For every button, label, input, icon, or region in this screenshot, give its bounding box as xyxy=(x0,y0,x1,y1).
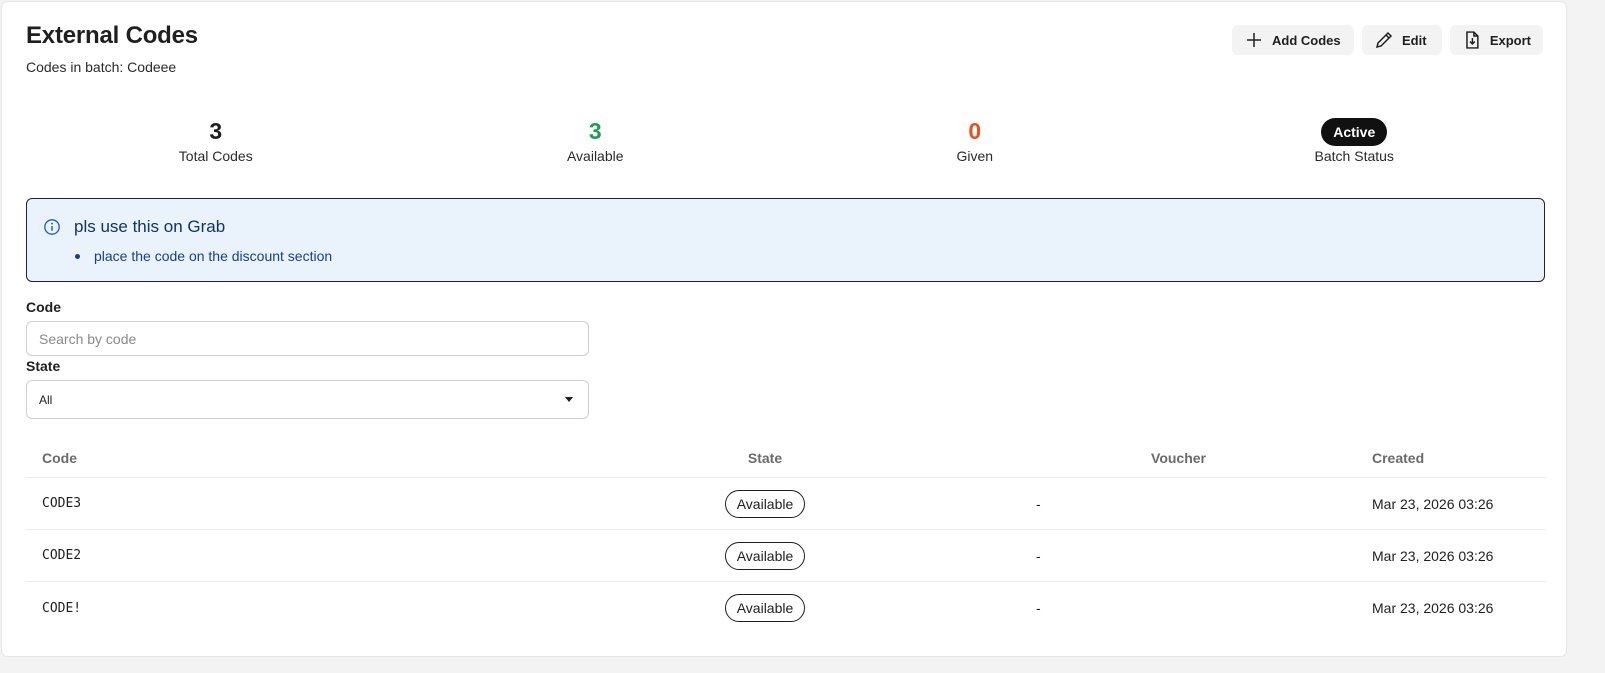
toolbar: Add Codes Edit Export xyxy=(1232,25,1543,55)
notice-title: pls use this on Grab xyxy=(74,217,226,236)
row-voucher: - xyxy=(1036,495,1041,512)
table-header: Code State Voucher Created xyxy=(26,438,1546,478)
edit-label: Edit xyxy=(1402,32,1427,48)
add-codes-label: Add Codes xyxy=(1272,32,1341,48)
info-icon xyxy=(44,219,60,235)
table-row[interactable]: CODE! Available - Mar 23, 2026 03:26 xyxy=(26,582,1546,634)
notice-item: place the code on the discount section xyxy=(75,248,332,264)
total-codes-value: 3 xyxy=(209,118,223,144)
notice-list: place the code on the discount section xyxy=(75,248,332,264)
pencil-icon xyxy=(1375,31,1393,49)
row-voucher: - xyxy=(1036,547,1041,564)
export-label: Export xyxy=(1489,32,1531,48)
column-header-voucher[interactable]: Voucher xyxy=(826,450,1372,466)
column-header-code[interactable]: Code xyxy=(26,450,704,466)
row-voucher: - xyxy=(1036,600,1041,616)
stats-row: 3 Total Codes 3 Available 0 Given Active… xyxy=(26,116,1544,164)
state-badge: Available xyxy=(724,594,806,622)
export-button[interactable]: Export xyxy=(1450,25,1543,55)
codes-table: Code State Voucher Created CODE3 Availab… xyxy=(26,438,1546,634)
plus-icon xyxy=(1247,33,1261,47)
state-badge: Available xyxy=(724,541,806,570)
file-download-icon xyxy=(1466,31,1479,49)
stat-available: 3 Available xyxy=(406,116,786,164)
stat-given: 0 Given xyxy=(785,116,1165,164)
info-notice: pls use this on Grab place the code on t… xyxy=(26,198,1545,282)
batch-status-label: Batch Status xyxy=(1314,148,1394,164)
stat-batch-status: Active Batch Status xyxy=(1165,116,1545,164)
column-header-created[interactable]: Created xyxy=(1372,450,1546,466)
row-code: CODE2 xyxy=(42,548,82,563)
edit-button[interactable]: Edit xyxy=(1362,25,1442,55)
add-codes-button[interactable]: Add Codes xyxy=(1232,25,1354,55)
page-title: External Codes xyxy=(26,22,198,49)
row-code: CODE! xyxy=(42,600,82,616)
state-badge: Available xyxy=(724,489,806,518)
available-label: Available xyxy=(566,148,624,164)
row-code: CODE3 xyxy=(42,496,82,511)
column-header-state[interactable]: State xyxy=(704,450,826,466)
state-select-value: All xyxy=(39,392,53,407)
caret-down-icon xyxy=(565,397,573,402)
state-field-label: State xyxy=(26,358,61,374)
page-subtitle: Codes in batch: Codeee xyxy=(26,59,177,75)
codes-panel: External Codes Codes in batch: Codeee Ad… xyxy=(1,1,1567,657)
code-search-input[interactable] xyxy=(26,321,589,356)
status-badge: Active xyxy=(1321,118,1388,146)
given-label: Given xyxy=(956,148,994,164)
available-value: 3 xyxy=(588,118,602,144)
row-created: Mar 23, 2026 03:26 xyxy=(1372,547,1494,564)
row-created: Mar 23, 2026 03:26 xyxy=(1372,495,1494,512)
row-created: Mar 23, 2026 03:26 xyxy=(1372,600,1494,616)
table-row[interactable]: CODE3 Available - Mar 23, 2026 03:26 xyxy=(26,478,1546,530)
total-codes-label: Total Codes xyxy=(178,148,253,164)
code-field-label: Code xyxy=(26,299,61,315)
state-select[interactable]: All xyxy=(26,380,589,419)
given-value: 0 xyxy=(968,118,982,144)
stat-total: 3 Total Codes xyxy=(26,116,406,164)
table-row[interactable]: CODE2 Available - Mar 23, 2026 03:26 xyxy=(26,530,1546,582)
